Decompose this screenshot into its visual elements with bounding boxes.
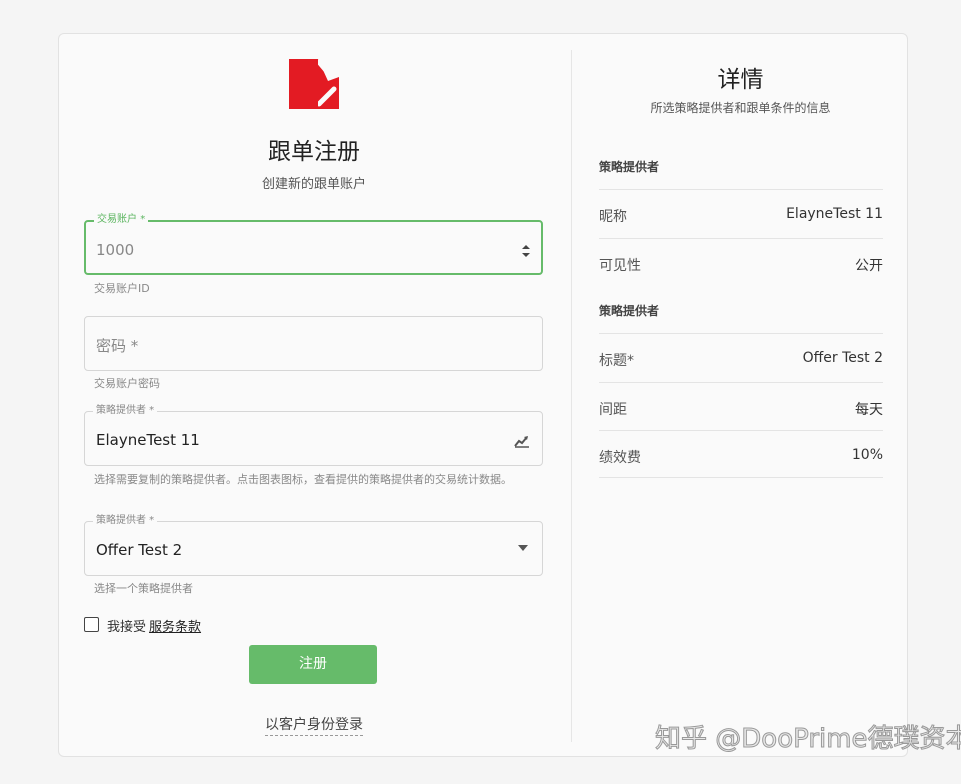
strategy-provider-field[interactable]: 策略提供者 * ElayneTest 11 [84, 404, 543, 466]
offer-label: 策略提供者 * [93, 514, 158, 528]
detail-row-title: 标题* Offer Test 2 [599, 333, 883, 381]
trading-account-label: 交易账户 * [94, 213, 149, 227]
trading-account-field[interactable]: 交易账户 * 1000 [84, 213, 543, 275]
register-button[interactable]: 注册 [249, 645, 377, 684]
details-title: 详情 [717, 67, 764, 93]
detail-row-nickname: 昵称 ElayneTest 11 [599, 189, 883, 237]
offer-value[interactable]: Offer Test 2 [96, 541, 182, 559]
details-end-line [599, 477, 883, 478]
trading-account-input[interactable]: 1000 [96, 241, 134, 259]
strategy-provider-helper: 选择需要复制的策略提供者。点击图表图标，查看提供的策略提供者的交易统计数据。 [94, 473, 512, 486]
password-placeholder: 密码 * [96, 337, 139, 355]
detail-row-interval: 间距 每天 [599, 382, 883, 430]
section-provider: 策略提供者 [599, 160, 660, 174]
detail-row-visibility: 可见性 公开 [599, 238, 883, 286]
brand-logo [289, 59, 339, 109]
registration-card: 跟单注册 创建新的跟单账户 交易账户 * 1000 交易账户ID 密码 * 交易… [58, 33, 908, 757]
client-login: 以客户身份登录 [59, 714, 569, 736]
password-field[interactable]: 密码 * [84, 316, 543, 371]
page-subtitle: 创建新的跟单账户 [261, 177, 366, 192]
terms-agree-text: 我接受 [107, 620, 147, 635]
watermark: 知乎 @DooPrime德璞资本 [655, 724, 961, 755]
password-helper: 交易账户密码 [94, 377, 160, 390]
panel-divider [571, 50, 572, 742]
client-login-link[interactable]: 以客户身份登录 [265, 717, 363, 736]
offer-select[interactable]: 策略提供者 * Offer Test 2 [84, 514, 543, 576]
number-spinner-icon[interactable] [521, 244, 531, 258]
details-subtitle: 所选策略提供者和跟单条件的信息 [650, 101, 831, 115]
offer-helper: 选择一个策略提供者 [94, 582, 193, 595]
trading-account-helper: 交易账户ID [94, 282, 150, 295]
terms-checkbox[interactable] [84, 617, 99, 632]
section-offer: 策略提供者 [599, 304, 660, 318]
detail-row-performance-fee: 绩效费 10% [599, 430, 883, 478]
terms-agreement: 我接受 服务条款 [107, 616, 201, 635]
chart-icon[interactable] [514, 434, 530, 448]
terms-link[interactable]: 服务条款 [149, 620, 201, 635]
page-title: 跟单注册 [268, 139, 360, 165]
strategy-provider-value[interactable]: ElayneTest 11 [96, 431, 200, 449]
strategy-provider-label: 策略提供者 * [93, 404, 158, 418]
dropdown-caret-icon[interactable] [518, 545, 528, 551]
